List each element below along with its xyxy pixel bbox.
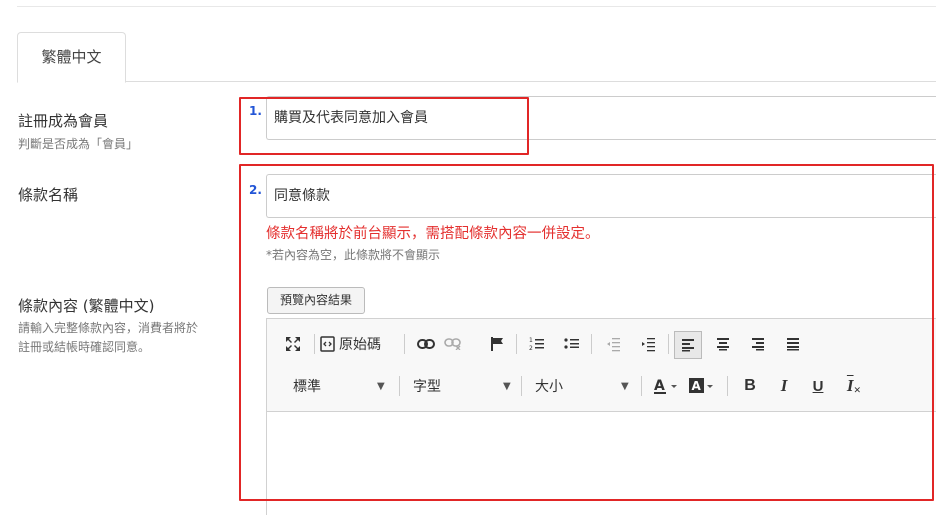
preview-content-button[interactable]: 預覽內容結果 bbox=[267, 287, 365, 314]
font-select[interactable]: 字型 ▼ bbox=[413, 373, 513, 399]
toolbar-separator bbox=[404, 334, 405, 354]
font-select-value: 字型 bbox=[413, 379, 441, 395]
member-label: 註冊成為會員 bbox=[18, 112, 109, 130]
anchor-flag-icon[interactable] bbox=[485, 331, 509, 357]
member-sublabel: 判斷是否成為「會員」 bbox=[18, 137, 139, 151]
clear-x-icon: ✕ bbox=[853, 386, 862, 396]
toolbar-separator bbox=[516, 334, 517, 354]
terms-content-sublabel-line1: 請輸入完整條款內容，消費者將於 bbox=[18, 321, 199, 335]
annotation-number-2: 2. bbox=[249, 183, 262, 197]
top-divider bbox=[17, 6, 936, 7]
svg-text:A: A bbox=[654, 378, 665, 394]
member-select[interactable]: 購買及代表同意加入會員 bbox=[266, 96, 936, 140]
align-center-icon[interactable] bbox=[711, 331, 735, 357]
clear-format-label: I bbox=[846, 376, 854, 395]
rich-text-editor: 原始碼 12 標準 ▼ 字型 ▼ 大小 ▼ A A B I U I ✕ bbox=[266, 318, 936, 515]
justify-icon[interactable] bbox=[781, 331, 805, 357]
text-color-icon: A bbox=[654, 378, 677, 394]
toolbar-separator bbox=[668, 334, 669, 354]
terms-name-warning: 條款名稱將於前台顯示，需搭配條款內容一併設定。 bbox=[266, 226, 600, 242]
source-label: 原始碼 bbox=[339, 337, 381, 353]
toolbar-separator bbox=[314, 334, 315, 354]
toolbar-separator bbox=[521, 376, 522, 396]
unlink-icon[interactable] bbox=[441, 331, 465, 357]
terms-content-sublabel-line2: 註冊或結帳時確認同意。 bbox=[18, 340, 151, 354]
terms-name-label: 條款名稱 bbox=[18, 186, 79, 204]
align-left-icon[interactable] bbox=[674, 331, 702, 359]
bulleted-list-icon[interactable] bbox=[560, 331, 584, 357]
bold-button[interactable]: B bbox=[739, 373, 761, 399]
svg-text:2: 2 bbox=[529, 345, 533, 352]
underline-button[interactable]: U bbox=[807, 373, 829, 399]
align-right-icon[interactable] bbox=[746, 331, 770, 357]
terms-name-input[interactable]: 同意條款 bbox=[266, 174, 936, 218]
indent-icon[interactable] bbox=[636, 331, 660, 357]
toolbar-separator bbox=[591, 334, 592, 354]
toolbar-separator bbox=[727, 376, 728, 396]
background-color-button[interactable]: A bbox=[687, 373, 719, 399]
maximize-icon[interactable] bbox=[281, 331, 305, 357]
svg-text:1: 1 bbox=[529, 337, 533, 344]
chevron-down-icon: ▼ bbox=[621, 380, 629, 392]
link-icon[interactable] bbox=[414, 331, 438, 357]
source-icon bbox=[320, 336, 335, 352]
editor-toolbar: 原始碼 12 標準 ▼ 字型 ▼ 大小 ▼ A A B I U I ✕ bbox=[267, 319, 936, 412]
source-button[interactable]: 原始碼 bbox=[320, 331, 398, 357]
size-select-value: 大小 bbox=[535, 379, 563, 395]
italic-button[interactable]: I bbox=[773, 373, 795, 399]
format-select-value: 標準 bbox=[293, 379, 321, 395]
editor-content-area[interactable] bbox=[267, 413, 936, 515]
chevron-down-icon: ▼ bbox=[377, 380, 385, 392]
svg-text:A: A bbox=[692, 379, 702, 393]
outdent-icon[interactable] bbox=[601, 331, 625, 357]
text-color-button[interactable]: A bbox=[651, 373, 683, 399]
clear-format-button[interactable]: I ✕ bbox=[841, 373, 867, 399]
chevron-down-icon: ▼ bbox=[503, 380, 511, 392]
tab-traditional-chinese[interactable]: 繁體中文 bbox=[17, 32, 126, 83]
numbered-list-icon[interactable]: 12 bbox=[525, 331, 549, 357]
background-color-icon: A bbox=[689, 378, 713, 393]
terms-content-label: 條款內容 (繁體中文) bbox=[18, 297, 155, 315]
terms-name-note: *若內容為空，此條款將不會顯示 bbox=[266, 248, 441, 262]
language-tabbar: 繁體中文 bbox=[17, 32, 936, 83]
size-select[interactable]: 大小 ▼ bbox=[535, 373, 631, 399]
annotation-number-1: 1. bbox=[249, 104, 262, 118]
toolbar-separator bbox=[399, 376, 400, 396]
format-select[interactable]: 標準 ▼ bbox=[293, 373, 388, 399]
toolbar-separator bbox=[641, 376, 642, 396]
